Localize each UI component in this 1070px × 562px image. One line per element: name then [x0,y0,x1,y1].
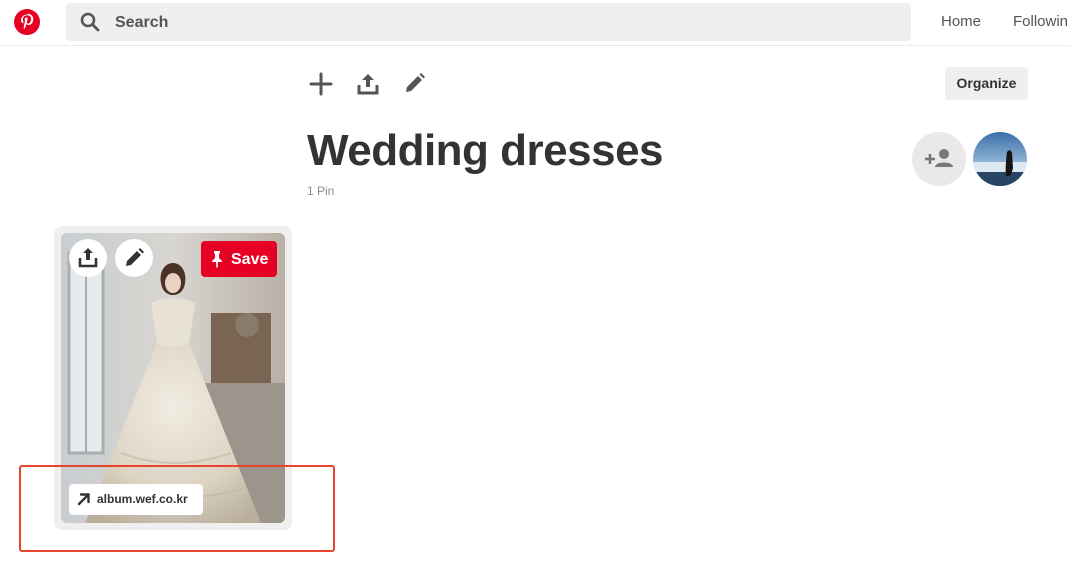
search-bar[interactable]: Search [66,3,911,41]
board-title: Wedding dresses [307,126,664,175]
search-icon [80,12,100,32]
share-icon [78,248,98,268]
pin-edit-button[interactable] [115,239,153,277]
pin-count: 1 Pin [307,184,335,198]
add-collaborator-button[interactable] [912,132,966,186]
edit-icon [126,248,144,266]
add-person-icon [925,149,953,167]
pin-share-button[interactable] [69,239,107,277]
share-icon[interactable] [354,70,382,98]
owner-avatar[interactable] [973,132,1027,186]
top-nav-bar: Search Home Followin [0,0,1070,46]
highlight-annotation-box [19,465,335,552]
plus-icon[interactable] [307,70,335,98]
nav-following-link[interactable]: Followin [1013,13,1068,30]
edit-icon[interactable] [400,70,428,98]
avatar-photo [973,132,1027,186]
search-placeholder: Search [115,14,169,31]
pinterest-logo-icon[interactable] [13,8,41,36]
save-button[interactable]: Save [201,241,277,277]
nav-home-link[interactable]: Home [941,13,981,30]
pushpin-icon [212,251,222,268]
organize-button[interactable]: Organize [945,67,1028,100]
save-button-label: Save [231,251,269,268]
